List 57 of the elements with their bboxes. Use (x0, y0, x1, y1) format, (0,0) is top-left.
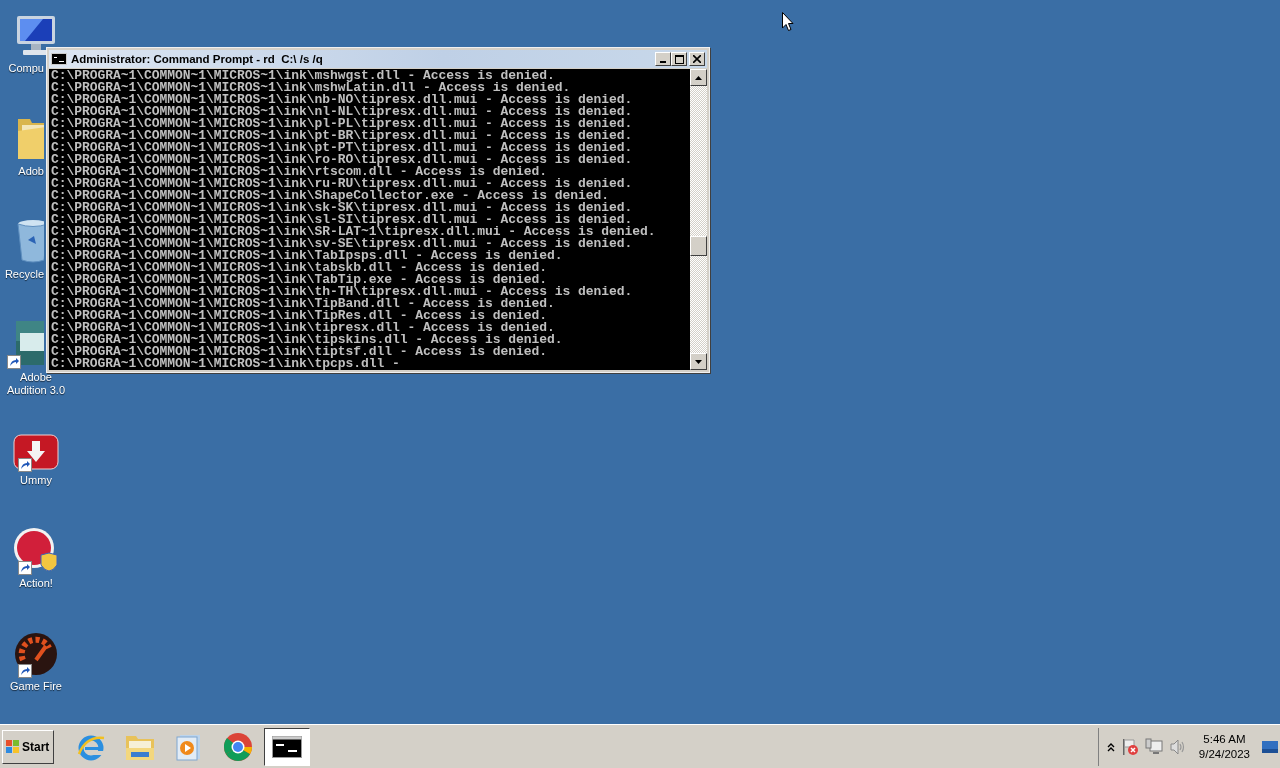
maximize-icon (674, 54, 684, 64)
close-button[interactable] (689, 52, 705, 66)
console-line: C:\PROGRA~1\COMMON~1\MICROS~1\ink\th-TH\tipresx.dll.mui - Access is denied. (51, 286, 634, 298)
console-line: C:\PROGRA~1\COMMON~1\MICROS~1\ink\pt-BR\tipresx.dll.mui - Access is denied. (51, 130, 634, 142)
minimize-button[interactable] (655, 52, 671, 66)
scroll-up-icon[interactable] (695, 75, 702, 80)
chevron-up-icon[interactable] (1106, 741, 1115, 752)
window-title: Administrator: Command Prompt - rd C:\ /s /q (71, 53, 324, 65)
console-line: C:\PROGRA~1\COMMON~1\MICROS~1\ink\rtscom.dll - Access is denied. (51, 166, 549, 178)
desktop-icon-label[interactable]: Action! (19, 577, 53, 590)
show-desktop-icon[interactable] (1262, 739, 1278, 754)
desktop-icon-label[interactable]: Compu (0, 62, 44, 75)
console-line: C:\PROGRA~1\COMMON~1\MICROS~1\ink\tabskb.dll - Access is denied. (51, 262, 549, 274)
download-app-icon[interactable] (13, 434, 59, 470)
console-line: C:\PROGRA~1\COMMON~1\MICROS~1\ink\nl-NL\tipresx.dll.mui - Access is denied. (51, 106, 634, 118)
desktop-icon-label[interactable]: Recycle (0, 268, 44, 281)
console-line: C:\PROGRA~1\COMMON~1\MICROS~1\ink\ShapeCollector.exe - Access is denied. (51, 190, 610, 202)
clock-time[interactable]: 5:46 AM (1203, 731, 1246, 747)
recycle-bin-icon[interactable] (16, 218, 44, 264)
console-line: C:\PROGRA~1\COMMON~1\MICROS~1\ink\tipskins.dll - Access is denied. (51, 334, 564, 346)
scroll-down-icon[interactable] (695, 359, 702, 364)
network-icon[interactable] (1144, 737, 1163, 756)
console-line: C:\PROGRA~1\COMMON~1\MICROS~1\ink\mshwLatin.dll - Access is denied. (51, 82, 572, 94)
console-line: C:\PROGRA~1\COMMON~1\MICROS~1\ink\TipRes.dll - Access is denied. (51, 310, 548, 322)
audition-app-icon[interactable] (14, 319, 44, 367)
desktop-icon-label[interactable]: Game Fire (10, 680, 62, 693)
console-line: C:\PROGRA~1\COMMON~1\MICROS~1\ink\mshwgst.dll - Access is denied. (51, 70, 555, 82)
console-line: C:\PROGRA~1\COMMON~1\MICROS~1\ink\TabIpsps.dll - Access is denied. (51, 250, 564, 262)
windows-logo-icon (6, 740, 20, 753)
console-icon[interactable] (264, 727, 310, 766)
scroll-thumb[interactable] (690, 236, 707, 256)
console-line: C:\PROGRA~1\COMMON~1\MICROS~1\ink\SR-LAT~1\tipresx.dll.mui - Access is denied. (51, 226, 657, 238)
console-line: C:\PROGRA~1\COMMON~1\MICROS~1\ink\ro-RO\tipresx.dll.mui - Access is denied. (51, 154, 634, 166)
desktop-icon-label[interactable]: Adobe Audition 3.0 (6, 371, 66, 397)
console-line: C:\PROGRA~1\COMMON~1\MICROS~1\ink\ru-RU\tipresx.dll.mui - Access is denied. (51, 178, 634, 190)
record-app-icon[interactable] (13, 527, 59, 573)
console-line: C:\PROGRA~1\COMMON~1\MICROS~1\ink\tiptsf.dll - Access is denied. (51, 346, 549, 358)
console-line: C:\PROGRA~1\COMMON~1\MICROS~1\ink\TipBand.dll - Access is denied. (51, 298, 556, 310)
mouse-pointer-icon (782, 12, 794, 32)
console-line: C:\PROGRA~1\COMMON~1\MICROS~1\ink\tpcps.dll - (51, 358, 401, 370)
console-line: C:\PROGRA~1\COMMON~1\MICROS~1\ink\TabTip.exe - Access is denied. (51, 274, 549, 286)
console-line: C:\PROGRA~1\COMMON~1\MICROS~1\ink\pl-PL\tipresx.dll.mui - Access is denied. (51, 118, 634, 130)
console-line: C:\PROGRA~1\COMMON~1\MICROS~1\ink\nb-NO\tipresx.dll.mui - Access is denied. (51, 94, 634, 106)
console-line: C:\PROGRA~1\COMMON~1\MICROS~1\ink\sk-SK\tipresx.dll.mui - Access is denied. (51, 202, 634, 214)
close-icon (693, 55, 701, 63)
scrollbar[interactable] (690, 69, 707, 370)
desktop-icon-label[interactable]: Adob (0, 165, 44, 178)
start-button[interactable]: Start (2, 729, 54, 764)
console-line: C:\PROGRA~1\COMMON~1\MICROS~1\ink\pt-PT\tipresx.dll.mui - Access is denied. (51, 142, 634, 154)
console-line: C:\PROGRA~1\COMMON~1\MICROS~1\ink\tipresx.dll - Access is denied. (51, 322, 555, 334)
flag-error-icon[interactable] (1120, 737, 1139, 756)
console-line: C:\PROGRA~1\COMMON~1\MICROS~1\ink\sl-SI\tipresx.dll.mui - Access is denied. (51, 214, 633, 226)
maximize-button[interactable] (671, 52, 687, 66)
desktop-icon-label[interactable]: Ummy (20, 474, 52, 487)
clock-date[interactable]: 9/24/2023 (1198, 746, 1250, 762)
console-line: C:\PROGRA~1\COMMON~1\MICROS~1\ink\sv-SE\tipresx.dll.mui - Access is denied. (51, 238, 634, 250)
console-icon (51, 53, 67, 65)
